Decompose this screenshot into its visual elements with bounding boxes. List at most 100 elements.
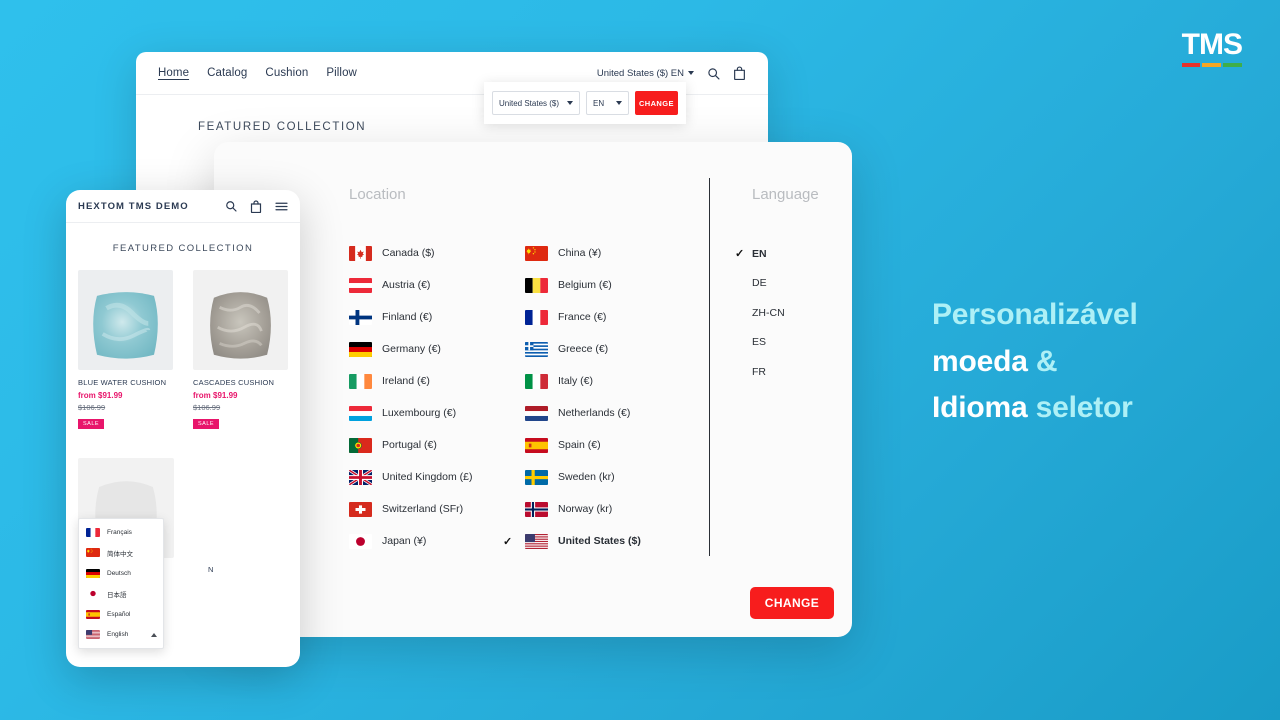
headline-line3a: Idioma	[932, 391, 1028, 424]
tms-logo: TMS	[1181, 28, 1243, 67]
flag-icon-jp	[86, 589, 100, 599]
mobile-language-option[interactable]: Français	[79, 522, 163, 543]
language-item[interactable]: ✓ EN	[735, 239, 785, 269]
location-label: France (€)	[558, 311, 607, 323]
language-item[interactable]: ZH-CN	[752, 298, 785, 328]
location-item[interactable]: Finland (€)	[349, 301, 525, 333]
change-button-small[interactable]: CHANGE	[634, 91, 678, 115]
mobile-header: HEXTOM TMS DEMO	[66, 190, 300, 223]
location-item[interactable]: Austria (€)	[349, 269, 525, 301]
headline-line2a: moeda	[932, 344, 1028, 378]
mobile-language-label: Français	[107, 528, 132, 536]
product-price: from $91.99	[78, 391, 123, 400]
location-label: United States ($)	[558, 535, 641, 547]
location-label: Austria (€)	[382, 279, 431, 291]
location-item[interactable]: Ireland (€)	[349, 365, 525, 397]
flag-icon-lu	[349, 405, 372, 421]
mobile-header-icons	[225, 199, 288, 213]
flag-icon-se	[525, 469, 548, 485]
promo-headline: Personalizável moeda & Idioma seletor	[932, 292, 1252, 432]
location-item[interactable]: Belgium (€)	[525, 269, 701, 301]
mobile-language-option[interactable]: Deutsch	[79, 563, 163, 584]
mobile-language-dropdown[interactable]: Français 简体中文 Deutsch 日本語 Español English	[78, 518, 164, 649]
flag-icon-no	[525, 501, 548, 517]
mobile-language-option[interactable]: English	[79, 625, 163, 646]
location-item[interactable]: Canada ($)	[349, 237, 525, 269]
locale-selector-trigger[interactable]: United States ($) EN	[597, 68, 694, 79]
location-item[interactable]: Sweden (kr)	[525, 461, 701, 493]
nav-link-catalog[interactable]: Catalog	[207, 67, 247, 79]
language-list: ✓ EN DE ZH-CN ES FR	[735, 239, 785, 387]
nav-link-cushion[interactable]: Cushion	[265, 67, 308, 79]
product-price: from $91.99	[193, 391, 238, 400]
location-item[interactable]: ✓ United States ($)	[503, 525, 701, 557]
product-name: BLUE WATER CUSHION	[78, 378, 167, 387]
bag-icon[interactable]	[250, 199, 262, 213]
location-item[interactable]: Luxembourg (€)	[349, 397, 525, 429]
tms-wordmark: TMS	[1181, 28, 1243, 61]
product-card[interactable]: BLUE WATER CUSHION from $91.99 $106.99 S…	[78, 270, 173, 430]
location-label: Netherlands (€)	[558, 407, 631, 419]
headline-line2b: &	[1035, 344, 1058, 378]
chevron-down-icon	[615, 101, 622, 105]
language-select[interactable]: EN	[586, 91, 629, 115]
location-label: Ireland (€)	[382, 375, 430, 387]
flag-icon-de	[349, 341, 372, 357]
mobile-language-option[interactable]: 日本語	[79, 584, 163, 605]
flag-icon-de	[86, 568, 100, 578]
language-item[interactable]: ES	[752, 328, 785, 358]
chevron-down-icon	[567, 101, 574, 105]
bag-icon[interactable]	[733, 66, 746, 80]
mobile-language-label: Deutsch	[107, 569, 131, 577]
location-item[interactable]: Japan (¥)	[349, 525, 525, 557]
check-icon: ✓	[503, 535, 513, 548]
chevron-down-icon	[688, 71, 694, 75]
flag-icon-ie	[349, 373, 372, 389]
product-old-price: $106.99	[78, 403, 106, 412]
mobile-language-option[interactable]: 简体中文	[79, 543, 163, 564]
flag-icon-cn	[525, 245, 548, 261]
location-label: Japan (¥)	[382, 535, 427, 547]
flag-icon-us	[525, 533, 548, 549]
location-item[interactable]: Portugal (€)	[349, 429, 525, 461]
location-item[interactable]: Greece (€)	[525, 333, 701, 365]
product-image-blue-water-cushion	[78, 270, 173, 370]
location-item[interactable]: Spain (€)	[525, 429, 701, 461]
language-item[interactable]: FR	[752, 357, 785, 387]
location-label: Finland (€)	[382, 311, 433, 323]
sale-badge: SALE	[78, 419, 105, 429]
mobile-language-label: English	[107, 631, 129, 639]
search-icon[interactable]	[225, 200, 237, 212]
nav-link-pillow[interactable]: Pillow	[326, 67, 357, 79]
location-item[interactable]: Germany (€)	[349, 333, 525, 365]
product-card[interactable]: CASCADES CUSHION from $91.99 $106.99 SAL…	[193, 270, 288, 430]
change-button[interactable]: CHANGE	[750, 587, 834, 619]
tms-logo-bars	[1181, 63, 1243, 67]
modal-divider	[709, 178, 710, 556]
mobile-language-option[interactable]: Español	[79, 604, 163, 625]
location-item[interactable]: China (¥)	[525, 237, 701, 269]
location-item[interactable]: Italy (€)	[525, 365, 701, 397]
mobile-product-grid: BLUE WATER CUSHION from $91.99 $106.99 S…	[78, 270, 288, 430]
flag-icon-fr	[86, 527, 100, 537]
location-item[interactable]: Switzerland (SFr)	[349, 493, 525, 525]
location-item[interactable]: Norway (kr)	[525, 493, 701, 525]
language-item[interactable]: DE	[752, 269, 785, 299]
search-icon[interactable]	[707, 67, 720, 80]
location-label: Italy (€)	[558, 375, 594, 387]
product-name: CASCADES CUSHION	[193, 378, 275, 387]
locale-modal: Location Language Canada ($) China (¥) Aus…	[214, 142, 852, 637]
flag-icon-es	[525, 437, 548, 453]
location-item[interactable]: United Kingdom (£)	[349, 461, 525, 493]
location-item[interactable]: France (€)	[525, 301, 701, 333]
flag-icon-jp	[349, 533, 372, 549]
country-select[interactable]: United States ($)	[492, 91, 581, 115]
flag-icon-it	[525, 373, 548, 389]
location-item[interactable]: Netherlands (€)	[525, 397, 701, 429]
location-label: Germany (€)	[382, 343, 441, 355]
language-label: DE	[752, 277, 767, 290]
menu-icon[interactable]	[275, 201, 288, 212]
language-label: ZH-CN	[752, 306, 785, 319]
nav-link-home[interactable]: Home	[158, 67, 189, 79]
mobile-language-label: 简体中文	[107, 550, 133, 558]
